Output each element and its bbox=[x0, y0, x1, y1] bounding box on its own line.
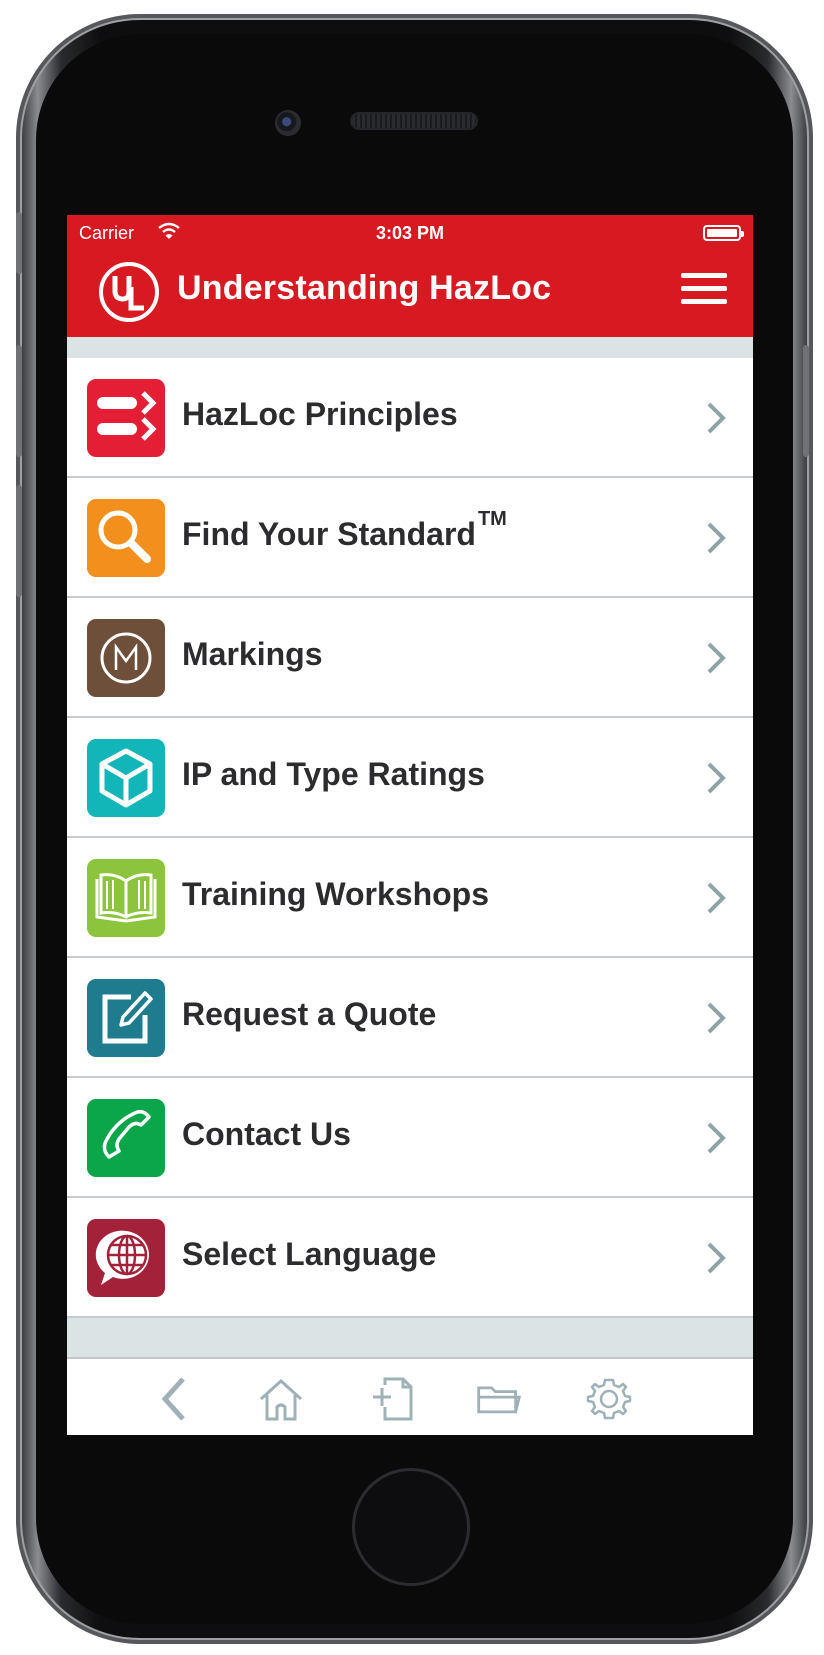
list-top-spacer bbox=[67, 337, 753, 358]
settings-gear-icon[interactable] bbox=[585, 1375, 633, 1423]
menu-item-ip-and-type-ratings[interactable]: IP and Type Ratings bbox=[67, 718, 753, 838]
chevron-right-icon bbox=[707, 642, 726, 674]
app-title: Understanding HazLoc bbox=[177, 269, 552, 307]
menu-item-label: IP and Type Ratings bbox=[182, 756, 485, 792]
chevron-right-icon bbox=[707, 882, 726, 914]
menu-item-markings[interactable]: Markings bbox=[67, 598, 753, 718]
mute-switch bbox=[16, 212, 22, 274]
principles-icon bbox=[87, 379, 165, 457]
menu-item-select-language[interactable]: Select Language bbox=[67, 1198, 753, 1318]
menu-item-label: Contact Us bbox=[182, 1116, 351, 1152]
marking-m-icon bbox=[87, 619, 165, 697]
chevron-right-icon bbox=[707, 402, 726, 434]
chevron-right-icon bbox=[707, 1002, 726, 1034]
globe-chat-icon bbox=[87, 1219, 165, 1297]
earpiece-speaker bbox=[352, 114, 476, 128]
menu-item-label: Request a Quote bbox=[182, 996, 437, 1032]
bottom-toolbar bbox=[67, 1357, 753, 1435]
folder-icon[interactable] bbox=[475, 1375, 523, 1423]
list-bottom-spacer bbox=[67, 1318, 753, 1348]
power-button bbox=[803, 345, 809, 457]
menu-item-label: HazLoc Principles bbox=[182, 396, 458, 432]
menu-item-label: Markings bbox=[182, 636, 323, 672]
trademark-superscript: TM bbox=[477, 508, 507, 530]
menu-item-hazloc-principles[interactable]: HazLoc Principles bbox=[67, 358, 753, 478]
new-document-icon[interactable] bbox=[369, 1375, 417, 1423]
menu-item-contact-us[interactable]: Contact Us bbox=[67, 1078, 753, 1198]
book-icon bbox=[87, 859, 165, 937]
battery-icon bbox=[703, 225, 744, 241]
chevron-right-icon bbox=[707, 1242, 726, 1274]
app-screen: Carrier 3:03 PM Understanding HazLoc Haz… bbox=[67, 215, 753, 1435]
edit-icon bbox=[87, 979, 165, 1057]
chevron-right-icon bbox=[707, 1122, 726, 1154]
home-icon[interactable] bbox=[257, 1375, 305, 1423]
volume-down-button bbox=[16, 485, 22, 597]
status-bar: Carrier 3:03 PM bbox=[67, 215, 753, 251]
magnifier-icon bbox=[87, 499, 165, 577]
home-button[interactable] bbox=[352, 1468, 470, 1586]
volume-up-button bbox=[16, 345, 22, 457]
main-menu-list: HazLoc Principles Find Your StandardTM bbox=[67, 358, 753, 1318]
back-icon[interactable] bbox=[153, 1375, 201, 1423]
menu-item-label: Find Your Standard TM bbox=[182, 508, 507, 552]
front-camera bbox=[275, 110, 301, 136]
hamburger-menu-icon[interactable] bbox=[681, 273, 727, 309]
menu-item-find-your-standard[interactable]: Find Your Standard TM bbox=[67, 478, 753, 598]
menu-item-request-a-quote[interactable]: Request a Quote bbox=[67, 958, 753, 1078]
ul-logo[interactable] bbox=[98, 261, 160, 323]
menu-item-training-workshops[interactable]: Training Workshops bbox=[67, 838, 753, 958]
status-time: 3:03 PM bbox=[375, 223, 445, 243]
chevron-right-icon bbox=[707, 762, 726, 794]
phone-icon bbox=[87, 1099, 165, 1177]
app-header: Carrier 3:03 PM Understanding HazLoc bbox=[67, 215, 753, 337]
menu-item-label: Training Workshops bbox=[182, 876, 489, 912]
title-bar: Understanding HazLoc bbox=[67, 255, 753, 331]
chevron-right-icon bbox=[707, 522, 726, 554]
menu-item-label: Select Language bbox=[182, 1236, 437, 1272]
cube-icon bbox=[87, 739, 165, 817]
